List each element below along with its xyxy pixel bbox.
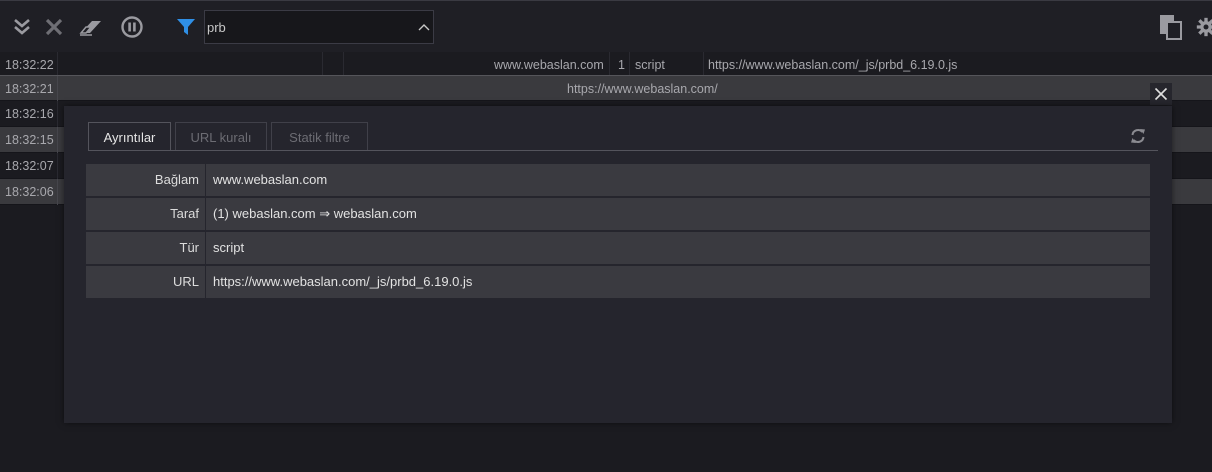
details-label: URL [86,266,205,298]
pause-button[interactable] [119,13,145,41]
toolbar [0,0,1212,52]
log-time: 18:32:21 [5,82,54,96]
details-row-type: Tür script [86,232,1150,266]
details-label: Taraf [86,198,205,230]
copy-button[interactable] [1158,13,1184,41]
refresh-icon [1131,129,1145,143]
log-time: 18:32:15 [5,133,54,147]
close-details-button[interactable] [1150,83,1172,105]
refresh-button[interactable] [1127,125,1149,147]
filter-toggle-button[interactable] [173,13,199,41]
filter-icon [177,19,195,35]
tab-divider [88,150,1158,151]
tab-details[interactable]: Ayrıntılar [88,122,171,151]
tab-static-filter[interactable]: Statik filtre [271,122,368,151]
log-time: 18:32:07 [5,159,54,173]
details-value[interactable]: www.webaslan.com [206,164,1150,196]
collapse-all-icon [14,19,30,35]
gear-icon [1196,17,1212,37]
eraser-icon [79,21,101,36]
filter-input[interactable] [207,11,415,43]
details-row-url: URL https://www.webaslan.com/_js/prbd_6.… [86,266,1150,300]
request-details-dialog: Ayrıntılar URL kuralı Statik filtre Bağl… [64,106,1172,423]
pause-icon [121,16,143,38]
collapse-all-button[interactable] [9,13,35,41]
chevron-up-icon [418,24,430,31]
details-row-party: Taraf (1) webaslan.com ⇒ webaslan.com [86,198,1150,232]
log-time: 18:32:16 [5,107,54,121]
filter-options-button[interactable] [415,11,433,43]
details-value[interactable]: script [206,232,1150,264]
details-label: Tür [86,232,205,264]
clear-icon [45,18,63,36]
close-icon [1154,87,1168,101]
tab-url-rule[interactable]: URL kuralı [175,122,267,151]
copy-icon [1160,15,1182,40]
filter-box [204,10,434,44]
details-value[interactable]: (1) webaslan.com ⇒ webaslan.com [206,198,1150,230]
details-value[interactable]: https://www.webaslan.com/_js/prbd_6.19.0… [206,266,1150,298]
log-time: 18:32:06 [5,185,54,199]
details-label: Bağlam [86,164,205,196]
log-document-url: https://www.webaslan.com/ [567,82,718,96]
log-row[interactable]: 18:32:21 https://www.webaslan.com/ [0,75,1212,102]
eraser-button[interactable] [78,13,104,41]
settings-button[interactable] [1196,13,1212,41]
clear-button[interactable] [41,13,67,41]
details-row-context: Bağlam www.webaslan.com [86,164,1150,198]
